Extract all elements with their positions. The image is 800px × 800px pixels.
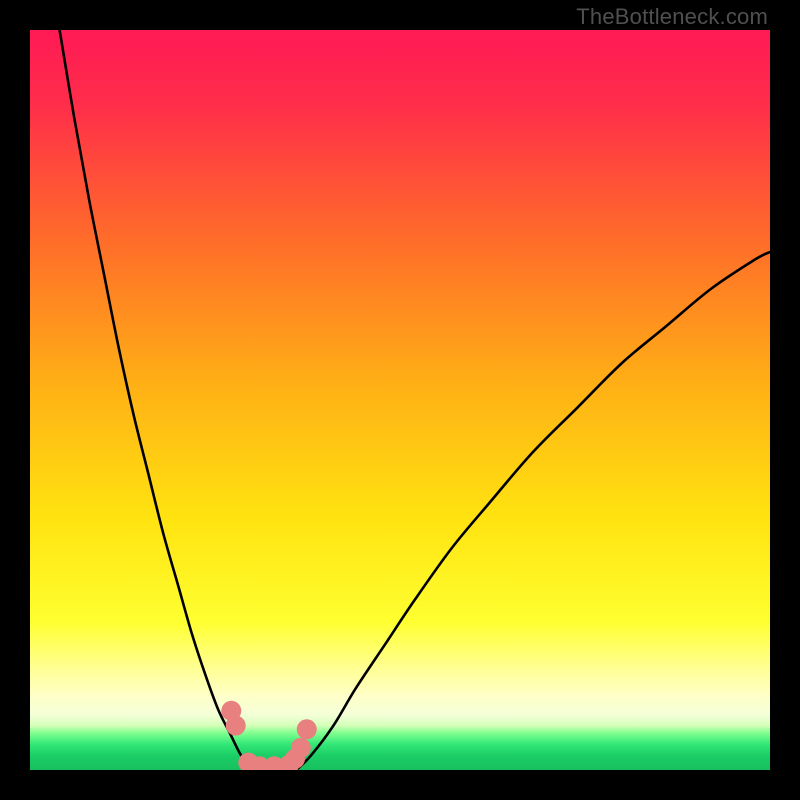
chart-frame: TheBottleneck.com — [0, 0, 800, 800]
bottleneck-curve — [60, 30, 770, 770]
data-marker — [226, 716, 246, 736]
curve-layer — [30, 30, 770, 770]
data-marker — [291, 738, 311, 758]
watermark-text: TheBottleneck.com — [576, 4, 768, 30]
plot-area — [30, 30, 770, 770]
data-marker — [297, 719, 317, 739]
